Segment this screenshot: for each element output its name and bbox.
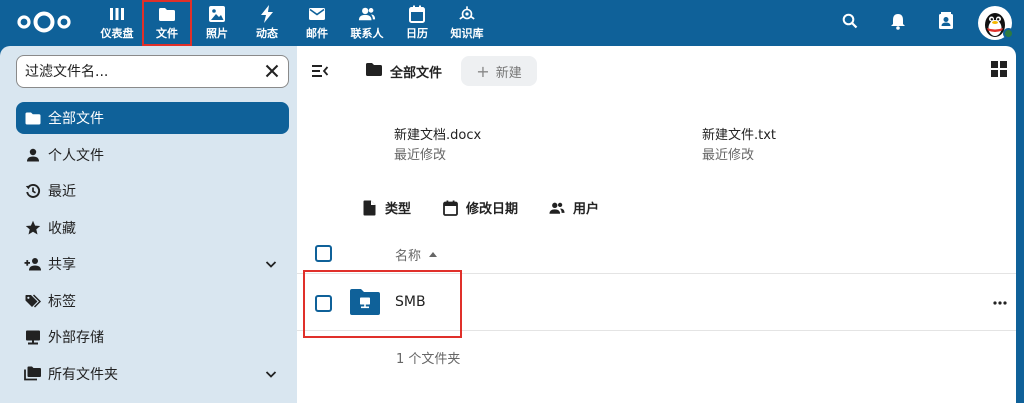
app-label: 动态 <box>256 27 278 40</box>
more-actions-icon[interactable] <box>990 293 1010 313</box>
share-person-icon <box>24 255 42 273</box>
recent-file-card[interactable]: 新建文件.txt 最近修改 <box>702 126 776 166</box>
contacts-menu-button[interactable] <box>922 0 970 46</box>
person-icon <box>24 146 42 164</box>
search-icon <box>842 13 858 33</box>
app-label: 知识库 <box>450 27 484 40</box>
sidebar-item-label: 全部文件 <box>48 111 104 127</box>
file-icon <box>361 200 377 216</box>
filter-people[interactable]: 用户 <box>549 198 599 217</box>
breadcrumb[interactable]: 全部文件 <box>365 57 442 85</box>
knowledge-icon <box>458 5 476 23</box>
app-label: 仪表盘 <box>100 27 134 40</box>
history-icon <box>24 182 42 200</box>
app-label: 日历 <box>406 27 428 40</box>
sidebar-item-label: 收藏 <box>48 220 76 237</box>
recent-file-name: 新建文档.docx <box>394 128 482 143</box>
app-label: 邮件 <box>306 27 328 40</box>
app-knowledge[interactable]: 知识库 <box>442 0 492 46</box>
sidebar-item-label: 最近 <box>48 184 76 200</box>
file-list-header: 名称 <box>297 234 1016 274</box>
chevron-down-icon[interactable] <box>263 256 279 272</box>
filter-label: 修改日期 <box>466 202 519 217</box>
folder-icon <box>24 109 42 127</box>
breadcrumb-label: 全部文件 <box>390 65 443 81</box>
contacts-icon <box>358 5 376 23</box>
star-icon <box>24 219 42 237</box>
header-right <box>826 0 1024 46</box>
sidebar-nav: 全部文件 个人文件 最近 收藏 共享 标签 外部存储 所有文件夹 <box>16 102 289 394</box>
online-status-indicator <box>1003 28 1014 39</box>
chevron-down-icon[interactable] <box>263 366 279 382</box>
app-contacts[interactable]: 联系人 <box>342 0 392 46</box>
app-label: 照片 <box>206 27 228 40</box>
sidebar-item-label: 所有文件夹 <box>48 366 118 383</box>
tag-icon <box>24 292 42 310</box>
app-activity[interactable]: 动态 <box>242 0 292 46</box>
notifications-button[interactable] <box>874 0 922 46</box>
recent-file-card[interactable]: 新建文档.docx 最近修改 <box>394 126 481 166</box>
filter-label: 用户 <box>573 202 600 217</box>
filter-label: 类型 <box>385 202 412 217</box>
bell-icon <box>890 13 906 34</box>
sidebar: 全部文件 个人文件 最近 收藏 共享 <box>0 46 297 403</box>
new-button[interactable]: + 新建 <box>461 56 537 86</box>
app-calendar[interactable]: 日历 <box>392 0 442 46</box>
sidebar-item-recent[interactable]: 最近 <box>16 175 289 207</box>
grid-view-icon[interactable] <box>990 60 1008 78</box>
sidebar-item-label: 共享 <box>48 257 76 273</box>
new-button-label: 新建 <box>495 65 522 81</box>
filter-modified[interactable]: 修改日期 <box>442 198 518 217</box>
app-dashboard[interactable]: 仪表盘 <box>92 0 142 46</box>
top-header: 仪表盘 文件 照片 动态 邮件 联系人 日历 知识库 <box>0 0 1024 46</box>
folder-icon <box>365 62 383 80</box>
sidebar-item-tags[interactable]: 标签 <box>16 285 289 317</box>
sidebar-item-label: 外部存储 <box>48 330 104 346</box>
sidebar-item-all-folders[interactable]: 所有文件夹 <box>16 358 289 390</box>
plus-icon: + <box>476 61 490 81</box>
calendar-icon <box>408 5 426 23</box>
file-list-summary: 1 个文件夹 <box>396 352 461 367</box>
mail-icon <box>308 5 326 23</box>
annotation-highlight-box <box>303 270 462 338</box>
sidebar-item-label: 个人文件 <box>48 147 104 164</box>
sort-ascending-icon <box>429 252 438 257</box>
file-filters: 类型 修改日期 用户 <box>361 198 630 217</box>
column-name-header[interactable]: 名称 <box>395 245 438 264</box>
folder-icon <box>158 5 176 23</box>
calendar-icon <box>442 200 458 216</box>
close-icon[interactable] <box>264 63 280 79</box>
sidebar-item-label: 标签 <box>48 293 76 310</box>
select-all-checkbox[interactable] <box>315 245 332 262</box>
recent-file-sub: 最近修改 <box>702 148 755 163</box>
contacts-card-icon <box>938 12 954 34</box>
recent-file-name: 新建文件.txt <box>702 128 777 143</box>
sidebar-item-shares[interactable]: 共享 <box>16 248 289 280</box>
app-photos[interactable]: 照片 <box>192 0 242 46</box>
sidebar-item-personal-files[interactable]: 个人文件 <box>16 139 289 171</box>
filter-input[interactable] <box>25 56 255 87</box>
recent-file-sub: 最近修改 <box>394 148 447 163</box>
external-storage-icon <box>24 328 42 346</box>
nextcloud-logo[interactable] <box>14 10 74 34</box>
filter-type[interactable]: 类型 <box>361 198 411 217</box>
folders-icon <box>24 365 42 383</box>
main-content: 全部文件 + 新建 新建文档.docx 最近修改 新建文件.txt 最近修改 类… <box>297 46 1016 403</box>
app-label: 联系人 <box>350 27 384 40</box>
search-button[interactable] <box>826 0 874 46</box>
sidebar-item-external-storage[interactable]: 外部存储 <box>16 321 289 353</box>
app-menu: 仪表盘 文件 照片 动态 邮件 联系人 日历 知识库 <box>92 0 492 46</box>
app-files[interactable]: 文件 <box>142 0 192 46</box>
image-icon <box>208 5 226 23</box>
sidebar-item-favorites[interactable]: 收藏 <box>16 212 289 244</box>
sidebar-toggle-icon[interactable] <box>309 60 331 82</box>
lightning-icon <box>258 5 276 23</box>
users-icon <box>549 200 565 216</box>
sidebar-item-all-files[interactable]: 全部文件 <box>16 102 289 134</box>
column-name-label: 名称 <box>395 249 422 264</box>
dashboard-icon <box>108 5 126 23</box>
app-mail[interactable]: 邮件 <box>292 0 342 46</box>
app-label: 文件 <box>156 27 178 40</box>
filter-field <box>16 55 289 88</box>
